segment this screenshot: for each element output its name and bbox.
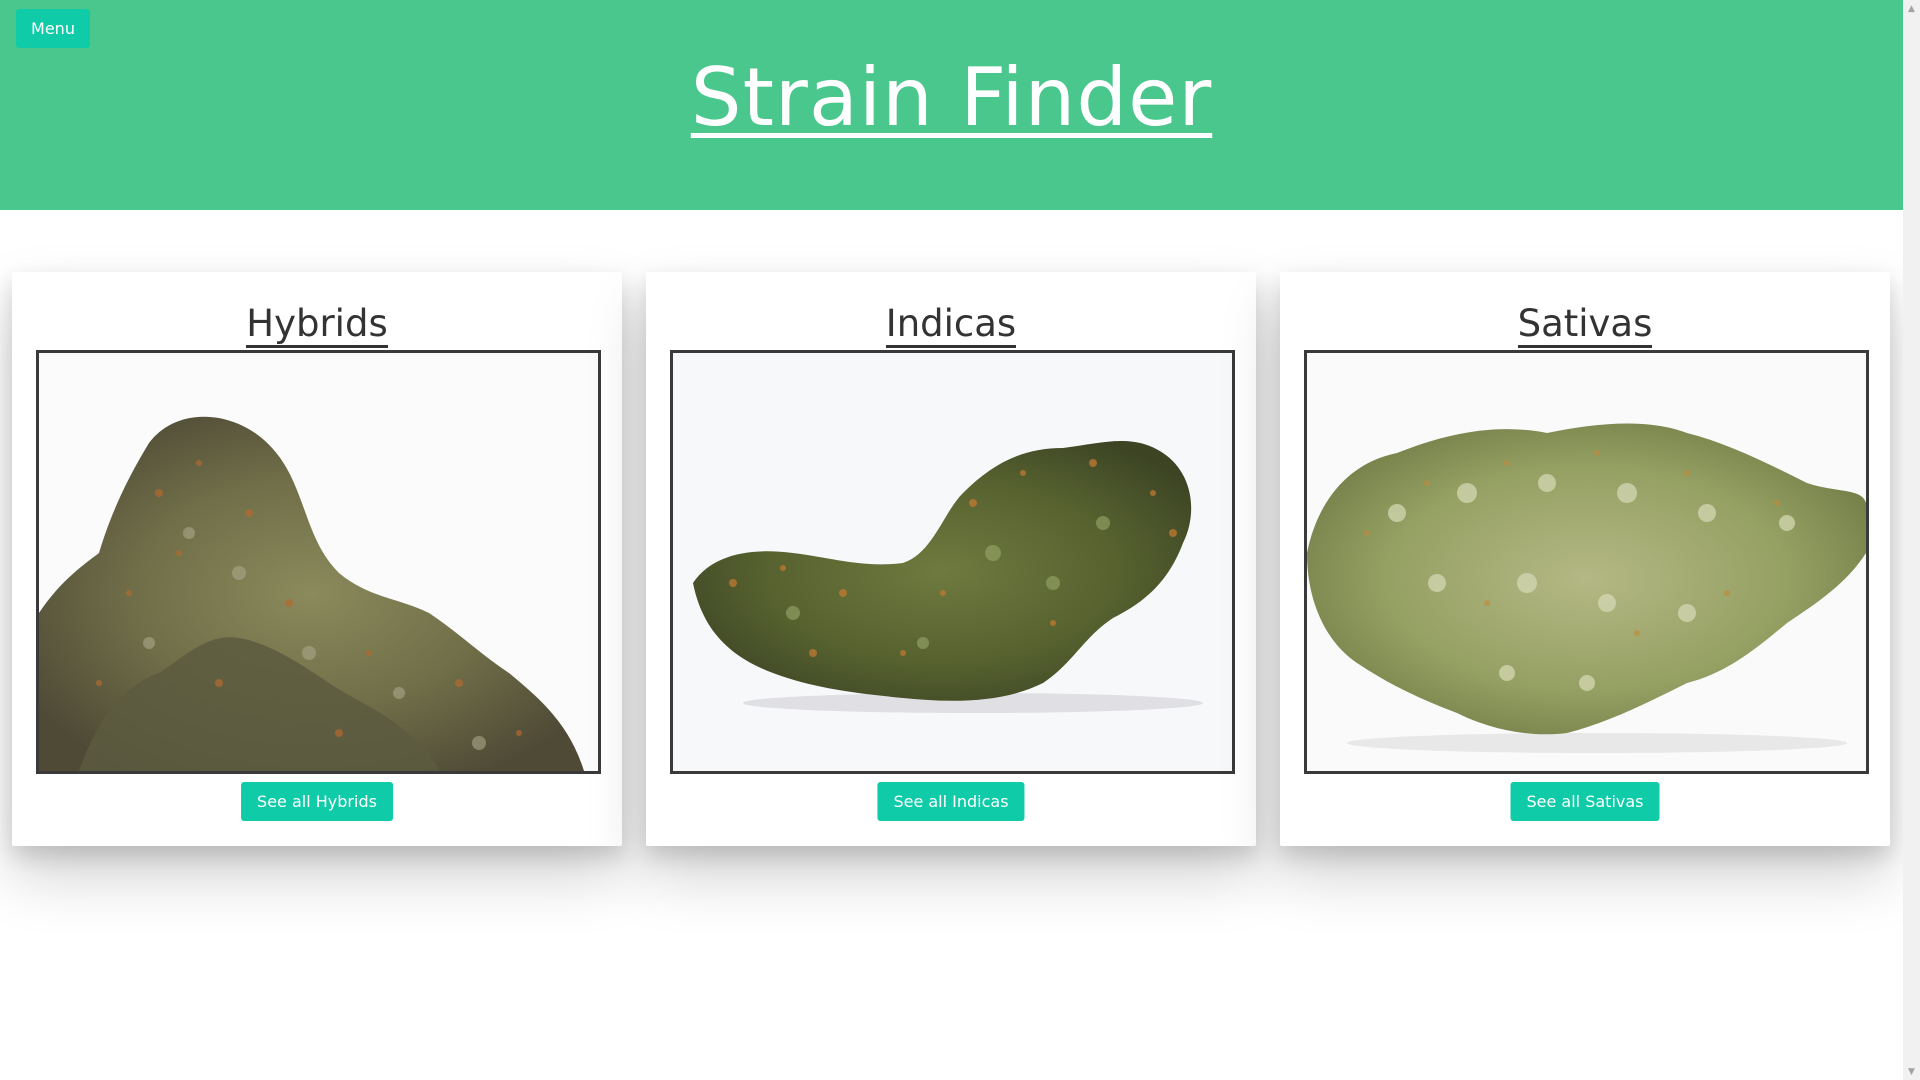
card-title-indicas-text: Indicas: [885, 302, 1017, 348]
site-title-link[interactable]: Strain Finder: [691, 51, 1212, 144]
page: Menu Strain Finder Hybrids See all Hybri…: [0, 0, 1920, 1080]
hybrids-image: [36, 350, 601, 774]
card-title-sativas-text: Sativas: [1517, 302, 1653, 348]
card-indicas: Indicas See all Indicas: [646, 272, 1256, 846]
see-all-hybrids-button[interactable]: See all Hybrids: [241, 782, 393, 821]
site-header: Menu Strain Finder: [0, 0, 1903, 210]
see-all-indicas-button[interactable]: See all Indicas: [877, 782, 1025, 821]
site-title: Strain Finder: [0, 52, 1903, 144]
card-hybrids: Hybrids See all Hybrids: [12, 272, 622, 846]
card-title-sativas: Sativas: [1280, 300, 1890, 348]
see-all-sativas-button[interactable]: See all Sativas: [1510, 782, 1660, 821]
card-title-indicas: Indicas: [646, 300, 1256, 348]
menu-button[interactable]: Menu: [16, 9, 90, 48]
card-sativas: Sativas See all Sativas: [1280, 272, 1890, 846]
sativas-image: [1304, 350, 1869, 774]
card-title-hybrids-text: Hybrids: [246, 302, 388, 348]
page-scrollbar[interactable]: ▲ ▼: [1903, 0, 1920, 1080]
indicas-image: [670, 350, 1235, 774]
card-title-hybrids: Hybrids: [12, 300, 622, 348]
scroll-up-arrow-icon[interactable]: ▲: [1903, 0, 1920, 17]
cannabis-bud-indica-image: [673, 353, 1232, 771]
cannabis-bud-sativa-image: [1307, 353, 1866, 771]
scroll-down-arrow-icon[interactable]: ▼: [1903, 1063, 1920, 1080]
cannabis-bud-hybrid-image: [39, 353, 598, 771]
